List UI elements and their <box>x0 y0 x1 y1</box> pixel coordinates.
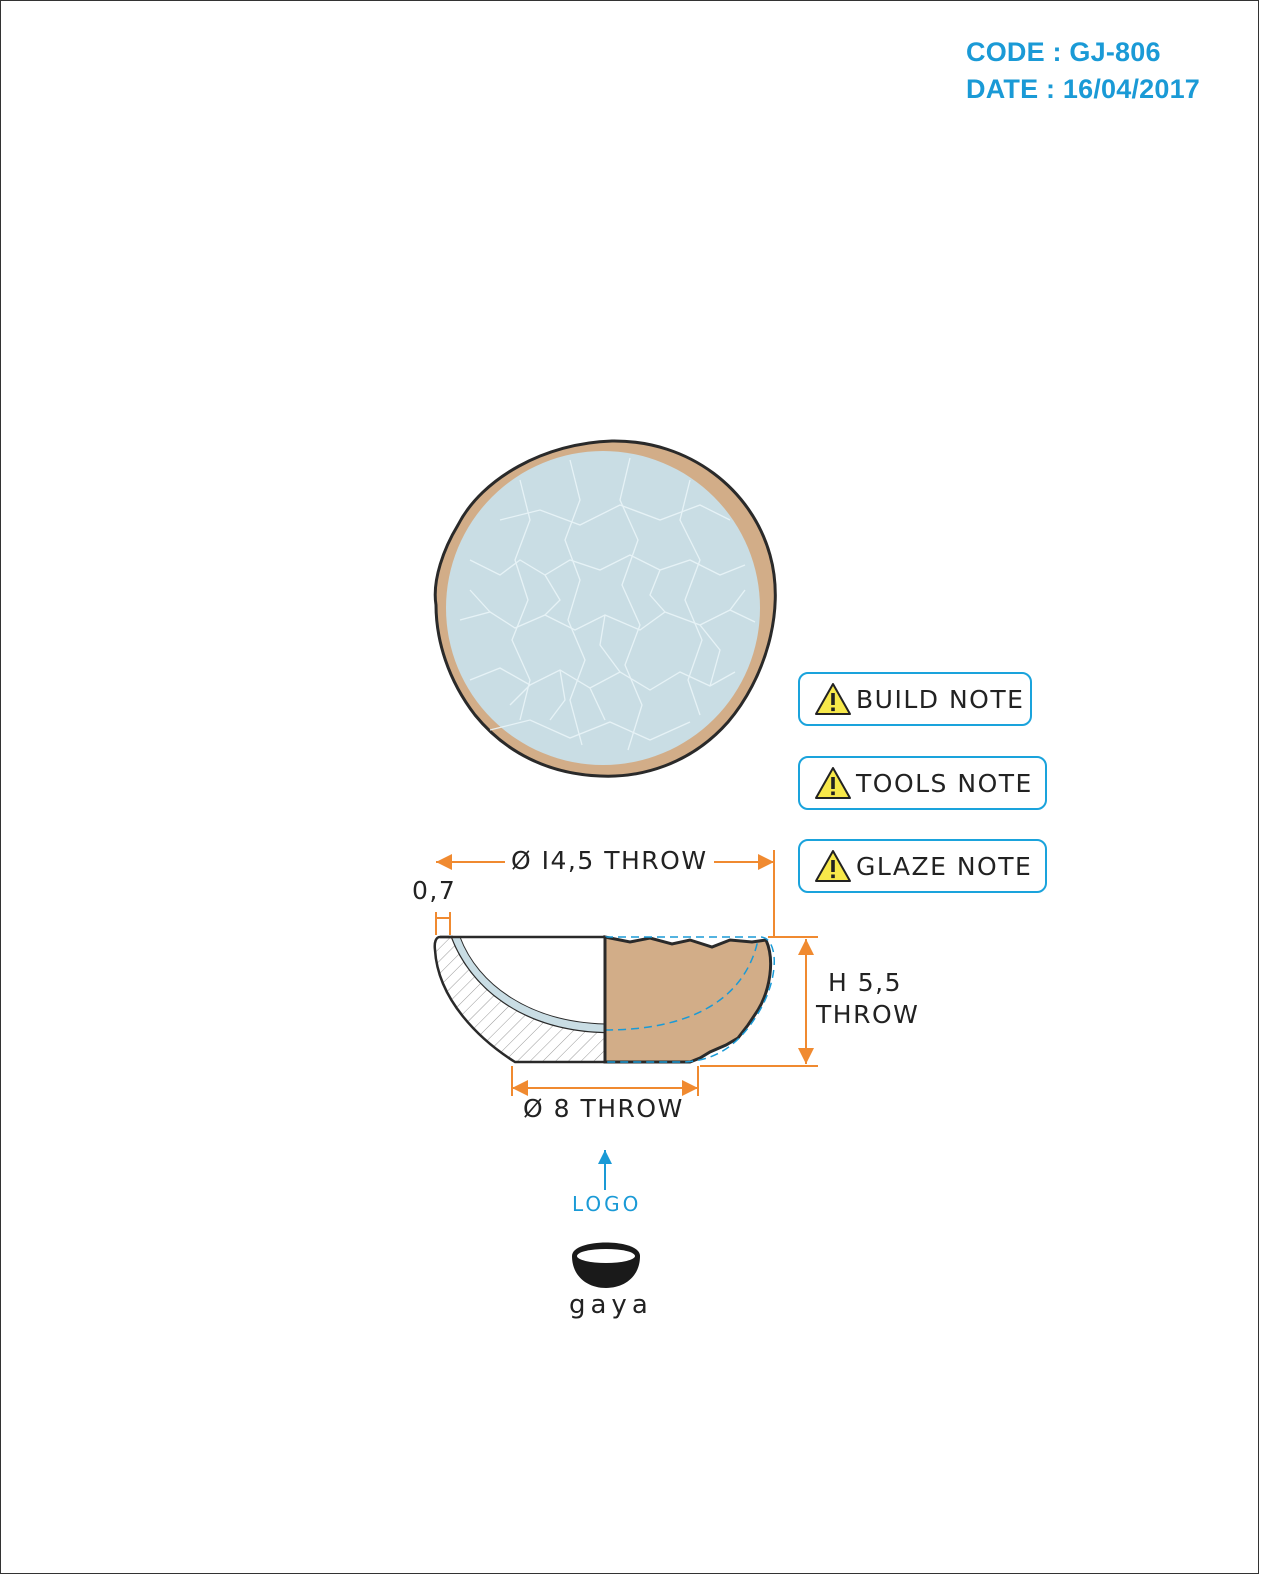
build-note-button[interactable]: BUILD NOTE <box>798 672 1032 726</box>
bowl-top-view <box>433 439 777 778</box>
brand-name: gaya <box>569 1290 653 1320</box>
bowl-exterior-half <box>603 935 773 1064</box>
technical-drawing <box>433 439 818 1288</box>
tools-note-label: TOOLS NOTE <box>856 768 1033 798</box>
warning-icon <box>815 850 851 882</box>
tools-note-button[interactable]: TOOLS NOTE <box>798 756 1047 810</box>
glaze-note-label: GLAZE NOTE <box>856 851 1033 881</box>
logo-label: LOGO <box>572 1192 642 1216</box>
brand-bowl-icon <box>572 1242 640 1288</box>
warning-icon <box>815 767 851 799</box>
bowl-section-view <box>433 935 775 1064</box>
wall-thickness-label: 0,7 <box>412 876 457 905</box>
build-note-label: BUILD NOTE <box>856 684 1025 714</box>
bowl-glaze-top <box>446 451 760 765</box>
glaze-note-button[interactable]: GLAZE NOTE <box>798 839 1047 893</box>
foot-diameter-label: Ø 8 THROW <box>523 1094 684 1123</box>
rim-diameter-label: Ø I4,5 THROW <box>505 846 714 876</box>
height-label-line2: THROW <box>816 1000 920 1029</box>
warning-icon <box>815 683 851 715</box>
height-label-line1: H 5,5 <box>828 968 903 997</box>
